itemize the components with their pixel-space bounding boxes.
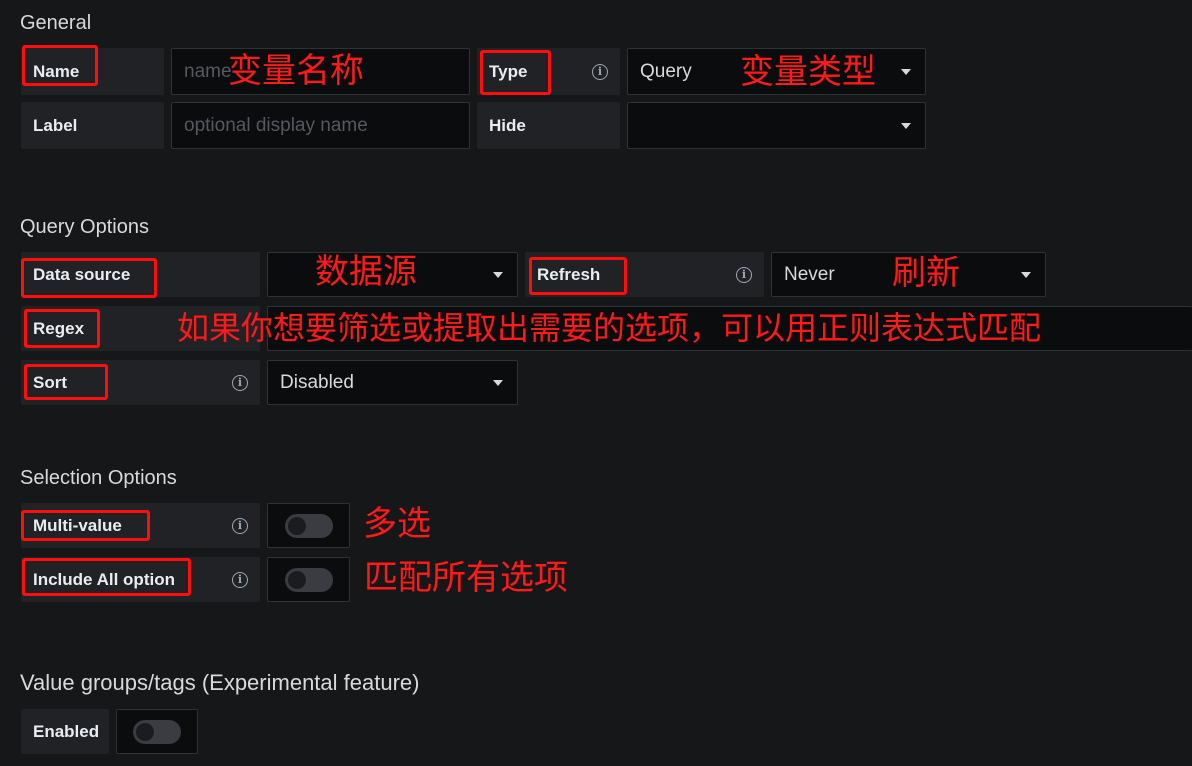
section-title-value-groups: Value groups/tags (Experimental feature) <box>20 670 420 695</box>
highlight-refresh <box>529 257 627 295</box>
switch-track <box>284 567 333 592</box>
hide-label: Hide <box>477 102 620 149</box>
switch-knob <box>287 570 306 589</box>
highlight-sort <box>24 364 108 400</box>
annotation-include-all: 匹配所有选项 <box>364 558 568 598</box>
highlight-type <box>480 50 551 95</box>
highlight-multi-value <box>21 510 150 541</box>
switch-track <box>284 513 333 538</box>
annotation-type: 变量类型 <box>740 52 876 92</box>
label-placeholder: optional display name <box>184 114 368 136</box>
multi-value-switch[interactable] <box>267 503 350 548</box>
name-placeholder: name <box>184 60 232 82</box>
hide-select[interactable] <box>627 102 926 149</box>
section-title-query-options: Query Options <box>20 216 149 238</box>
highlight-name <box>22 45 98 86</box>
info-icon[interactable]: i <box>592 63 608 80</box>
caret-down-icon <box>901 122 911 129</box>
annotation-data-source: 数据源 <box>315 252 417 292</box>
sort-select[interactable]: Disabled <box>267 360 518 405</box>
info-icon[interactable]: i <box>232 374 248 391</box>
annotation-refresh: 刷新 <box>892 253 960 293</box>
caret-down-icon <box>901 68 911 75</box>
section-title-selection-options: Selection Options <box>20 467 177 489</box>
annotation-multi-value: 多选 <box>363 504 431 544</box>
caret-down-icon <box>1021 271 1031 278</box>
highlight-regex <box>24 309 100 348</box>
sort-value: Disabled <box>280 371 354 393</box>
include-all-switch[interactable] <box>267 557 350 602</box>
annotation-name: 变量名称 <box>228 51 364 91</box>
enabled-label: Enabled <box>21 709 109 754</box>
info-icon[interactable]: i <box>232 517 248 534</box>
info-icon[interactable]: i <box>232 571 248 588</box>
label-label: Label <box>21 102 164 149</box>
label-input[interactable]: optional display name <box>171 102 470 149</box>
switch-track <box>133 719 181 744</box>
section-title-general: General <box>20 12 92 34</box>
caret-down-icon <box>493 379 503 386</box>
annotation-regex: 如果你想要筛选或提取出需要的选项，可以用正则表达式匹配 <box>177 309 1042 347</box>
switch-knob <box>136 722 154 741</box>
caret-down-icon <box>493 271 503 278</box>
highlight-data-source <box>21 258 157 298</box>
switch-knob <box>287 516 306 535</box>
highlight-include-all <box>22 558 191 596</box>
info-icon[interactable]: i <box>736 266 752 283</box>
enabled-switch[interactable] <box>116 709 198 754</box>
